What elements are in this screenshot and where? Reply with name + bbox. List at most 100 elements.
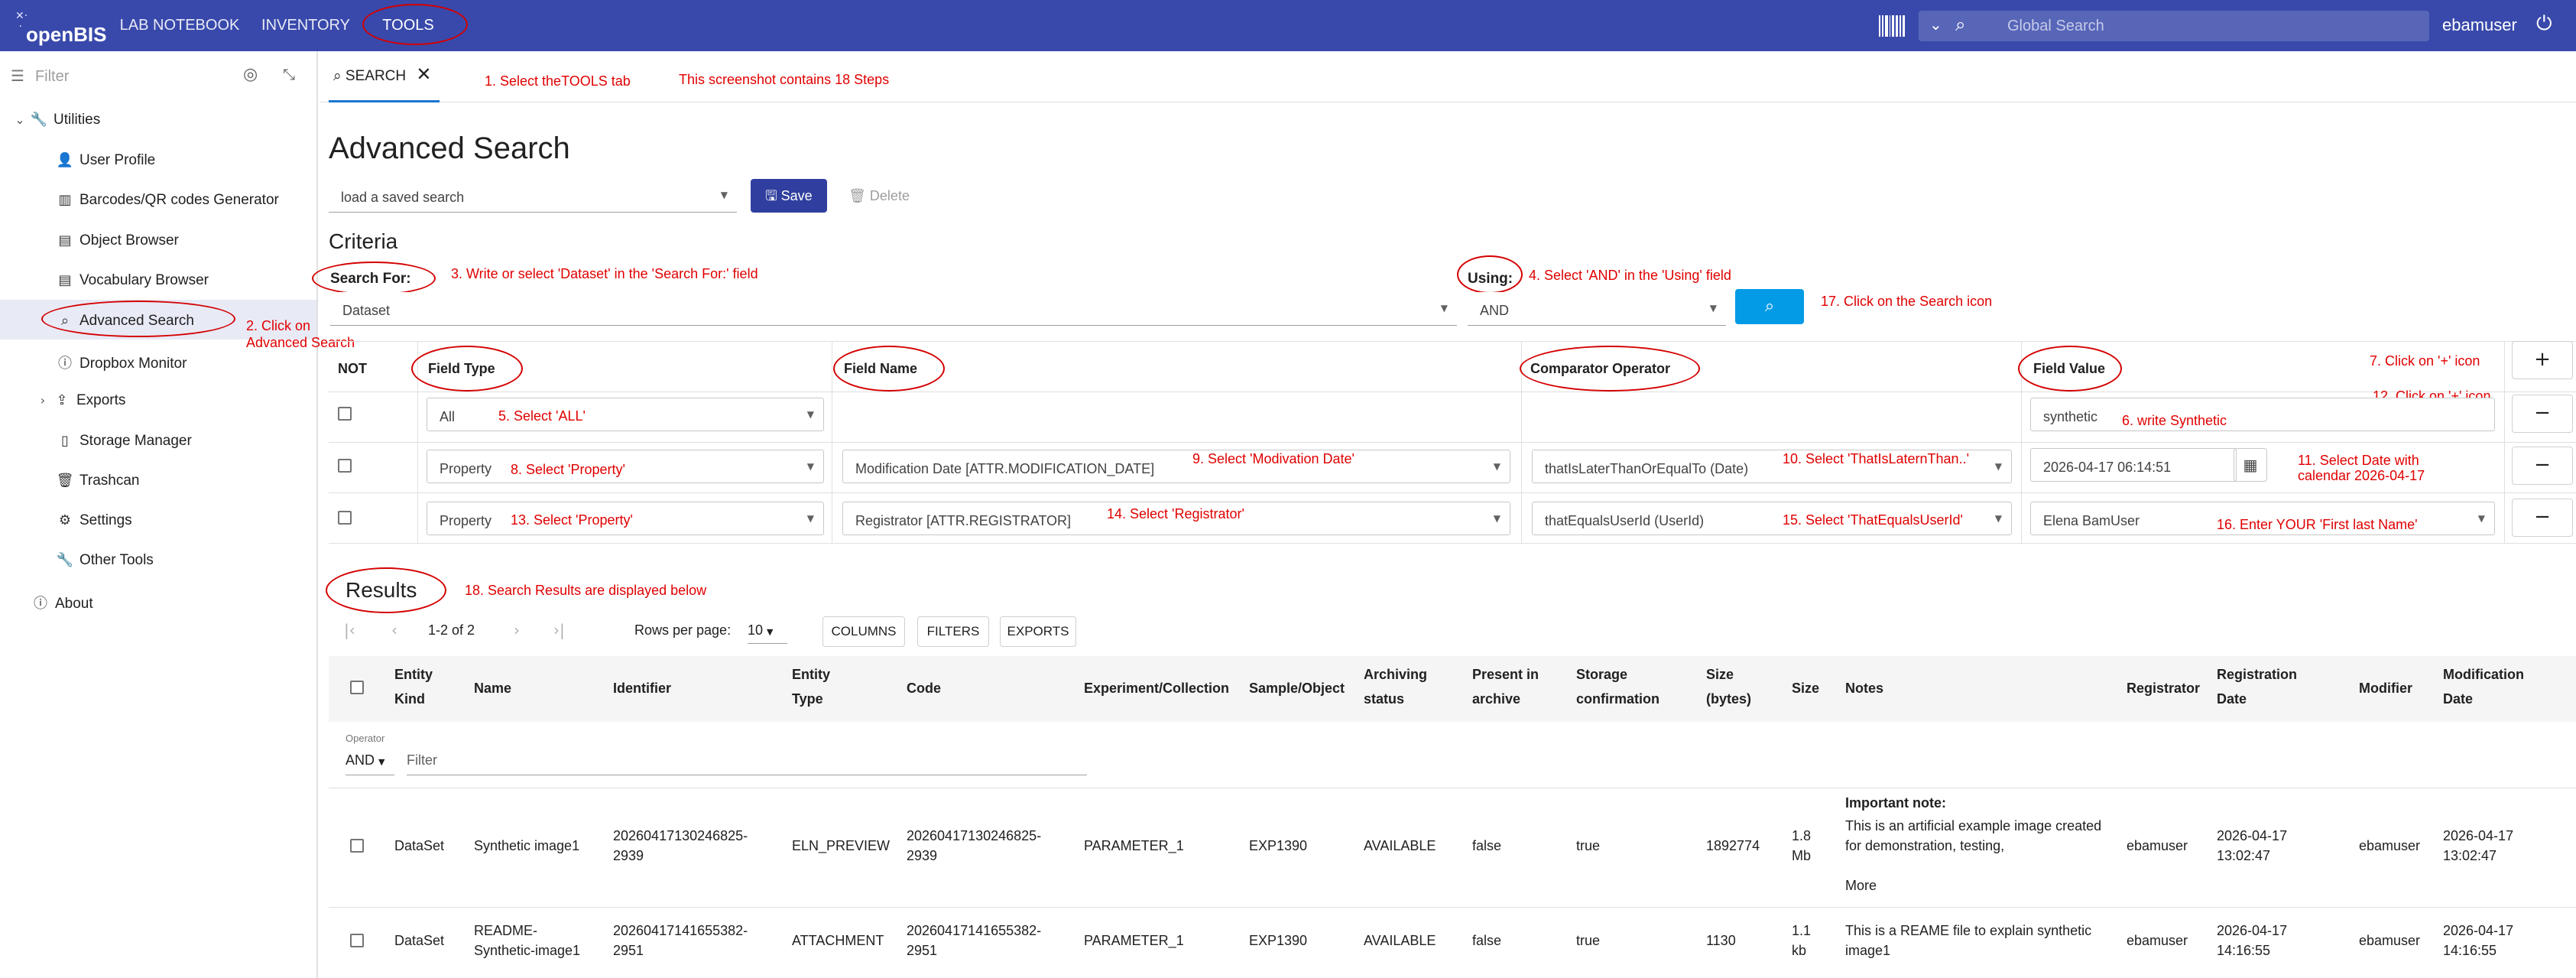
saved-search-select[interactable]: load a saved search ▼ (329, 179, 737, 213)
cell-code-link[interactable]: 20260417141655382-2951 (907, 921, 1059, 960)
col-entity-kind[interactable]: Entity Kind (394, 662, 463, 711)
col-registrator[interactable]: Registrator (2127, 676, 2200, 700)
col-archiving-status[interactable]: Archiving status (1364, 662, 1448, 711)
cell-code-link[interactable]: 20260417130246825-2939 (907, 826, 1059, 866)
annotation-step3: 3. Write or select 'Dataset' in the 'Sea… (451, 266, 758, 281)
table-row[interactable]: DataSet Synthetic image1 202604171302468… (329, 788, 2576, 906)
sidebar-item-about[interactable]: ⓘ About (31, 593, 93, 612)
remove-criterion-button-row3[interactable]: − (2512, 499, 2573, 537)
tab-lab-notebook[interactable]: LAB NOTEBOOK (115, 0, 245, 51)
operator-select[interactable]: AND ▼ (346, 752, 394, 775)
cell-name-link[interactable]: Synthetic image1 (474, 836, 579, 856)
search-icon[interactable]: ⌕ (1955, 14, 1965, 35)
col-name[interactable]: Name (474, 676, 511, 700)
search-for-select[interactable]: Dataset ▼ (330, 292, 1457, 326)
cell-name-link[interactable]: README-Synthetic-image1 (474, 921, 596, 960)
select-all-checkbox[interactable] (350, 681, 364, 694)
field-value-input-row1[interactable]: synthetic (2030, 398, 2495, 431)
col-size-bytes[interactable]: Size (bytes) (1706, 662, 1767, 711)
remove-criterion-button-row2[interactable]: − (2512, 447, 2573, 485)
col-present-in-archive[interactable]: Present in archive (1472, 662, 1556, 711)
global-filter-input[interactable]: Filter (407, 752, 1087, 775)
cell-identifier-link[interactable]: 20260417130246825-2939 (613, 826, 766, 866)
col-modification-date[interactable]: Modification Date (2443, 662, 2542, 711)
sidebar-item-utilities[interactable]: ⌄ 🔧 Utilities (11, 112, 100, 128)
field-type-select-row1[interactable]: All ▼ (427, 398, 824, 431)
tab-inventory[interactable]: INVENTORY (255, 0, 356, 51)
sidebar-item-object-browser[interactable]: ▤ Object Browser (55, 232, 178, 249)
sidebar-item-vocabulary-browser[interactable]: ▤ Vocabulary Browser (55, 272, 208, 289)
cell-archiving-status: AVAILABLE (1364, 933, 1436, 948)
barcode-scanner-icon[interactable] (1879, 15, 1905, 37)
sidebar-item-exports[interactable]: › ⇪ Exports (34, 392, 126, 409)
not-checkbox-row1[interactable] (338, 407, 352, 421)
sidebar-item-dropbox-monitor[interactable]: ⓘ Dropbox Monitor (55, 353, 187, 372)
exports-button[interactable]: EXPORTS (1000, 616, 1076, 647)
save-button[interactable]: 🖫 Save (751, 179, 827, 213)
openbis-logo[interactable]: ✕· · openBIS (12, 6, 106, 47)
col-modifier[interactable]: Modifier (2359, 676, 2412, 700)
calendar-icon[interactable]: ▦ (2234, 448, 2267, 482)
current-user[interactable]: ebamuser (2442, 15, 2517, 35)
sidebar-filter[interactable]: ☰ Filter (11, 67, 69, 86)
criteria-title: Criteria (329, 229, 398, 253)
col-notes[interactable]: Notes (1845, 676, 1883, 700)
sidebar-item-storage-manager[interactable]: ▯ Storage Manager (55, 433, 192, 450)
chevron-down-icon: ▼ (806, 409, 814, 420)
chevron-down-icon: ⌄ (15, 112, 25, 127)
cell-registration-date: 2026-04-17 14:16:55 (2217, 923, 2288, 958)
row-checkbox[interactable] (350, 839, 364, 853)
cell-entity-kind: DataSet (394, 933, 445, 948)
delete-button[interactable]: 🗑 Delete (841, 179, 917, 213)
cell-size: 1.1 kb (1792, 923, 1812, 958)
next-page-icon[interactable]: › (514, 621, 520, 639)
columns-button[interactable]: COLUMNS (822, 616, 905, 647)
close-icon[interactable]: ✕ (416, 63, 431, 85)
using-select[interactable]: AND ▼ (1468, 292, 1726, 326)
notes-more-link[interactable]: More (1845, 876, 1877, 895)
list-icon: ▤ (58, 272, 72, 288)
chevron-down-icon: ▼ (1994, 461, 2002, 472)
not-checkbox-row2[interactable] (338, 459, 352, 473)
sidebar-item-trashcan[interactable]: 🗑 Trashcan (55, 473, 140, 489)
col-storage-confirmation[interactable]: Storage confirmation (1576, 662, 1668, 711)
last-page-icon[interactable]: ›| (553, 621, 565, 639)
not-checkbox-row3[interactable] (338, 511, 352, 525)
sidebar-item-other-tools[interactable]: 🔧 Other Tools (55, 552, 154, 569)
col-sample[interactable]: Sample/Object (1249, 676, 1345, 700)
previous-page-icon[interactable]: ‹ (391, 621, 397, 639)
global-search-input[interactable] (2007, 14, 2420, 38)
field-type-select-row2[interactable]: Property ▼ (427, 450, 824, 483)
col-size[interactable]: Size (1792, 676, 1819, 700)
sidebar-item-barcodes[interactable]: ▥ Barcodes/QR codes Generator (55, 192, 278, 209)
col-code[interactable]: Code (907, 676, 941, 700)
chevron-down-icon[interactable]: ⌄ (1929, 15, 1942, 34)
field-name-select-row2[interactable]: Modification Date [ATTR.MODIFICATION_DAT… (842, 450, 1510, 483)
chevron-down-icon: ▼ (1709, 303, 1717, 314)
logout-icon[interactable]: ⏻ (2536, 12, 2552, 36)
cell-size-bytes: 1892774 (1706, 838, 1760, 853)
row-checkbox[interactable] (350, 934, 364, 947)
date-input-row2[interactable]: 2026-04-17 06:14:51 (2030, 448, 2237, 482)
add-criterion-button[interactable]: + (2512, 341, 2573, 379)
first-page-icon[interactable]: |‹ (344, 621, 355, 639)
col-identifier[interactable]: Identifier (613, 676, 671, 700)
filters-button[interactable]: FILTERS (917, 616, 989, 647)
col-experiment[interactable]: Experiment/Collection (1084, 676, 1229, 700)
sidebar-item-user-profile[interactable]: 👤 User Profile (55, 152, 155, 169)
chevron-down-icon: ▼ (1493, 461, 1501, 472)
tab-search[interactable]: ⌕ SEARCH ✕ (329, 51, 440, 102)
search-button[interactable]: ⌕ (1735, 289, 1804, 324)
cell-identifier-link[interactable]: 20260417141655382-2951 (613, 921, 766, 960)
rows-per-page-select[interactable]: 10 ▼ (748, 618, 787, 644)
remove-criterion-button-row1[interactable]: − (2512, 395, 2573, 433)
annotation-step17: 17. Click on the Search icon (1821, 294, 1993, 309)
trash-icon: 🗑 (56, 473, 74, 489)
col-registration-date[interactable]: Registration Date (2217, 662, 2316, 711)
sidebar-item-settings[interactable]: ⚙ Settings (55, 512, 132, 529)
collapse-all-icon[interactable]: ⤡ (283, 65, 295, 83)
table-row[interactable]: DataSet README-Synthetic-image1 20260417… (329, 908, 2576, 978)
col-entity-type[interactable]: Entity Type (792, 662, 853, 711)
operator-label: Operator (346, 733, 385, 744)
locate-icon[interactable]: ◎ (243, 65, 258, 84)
